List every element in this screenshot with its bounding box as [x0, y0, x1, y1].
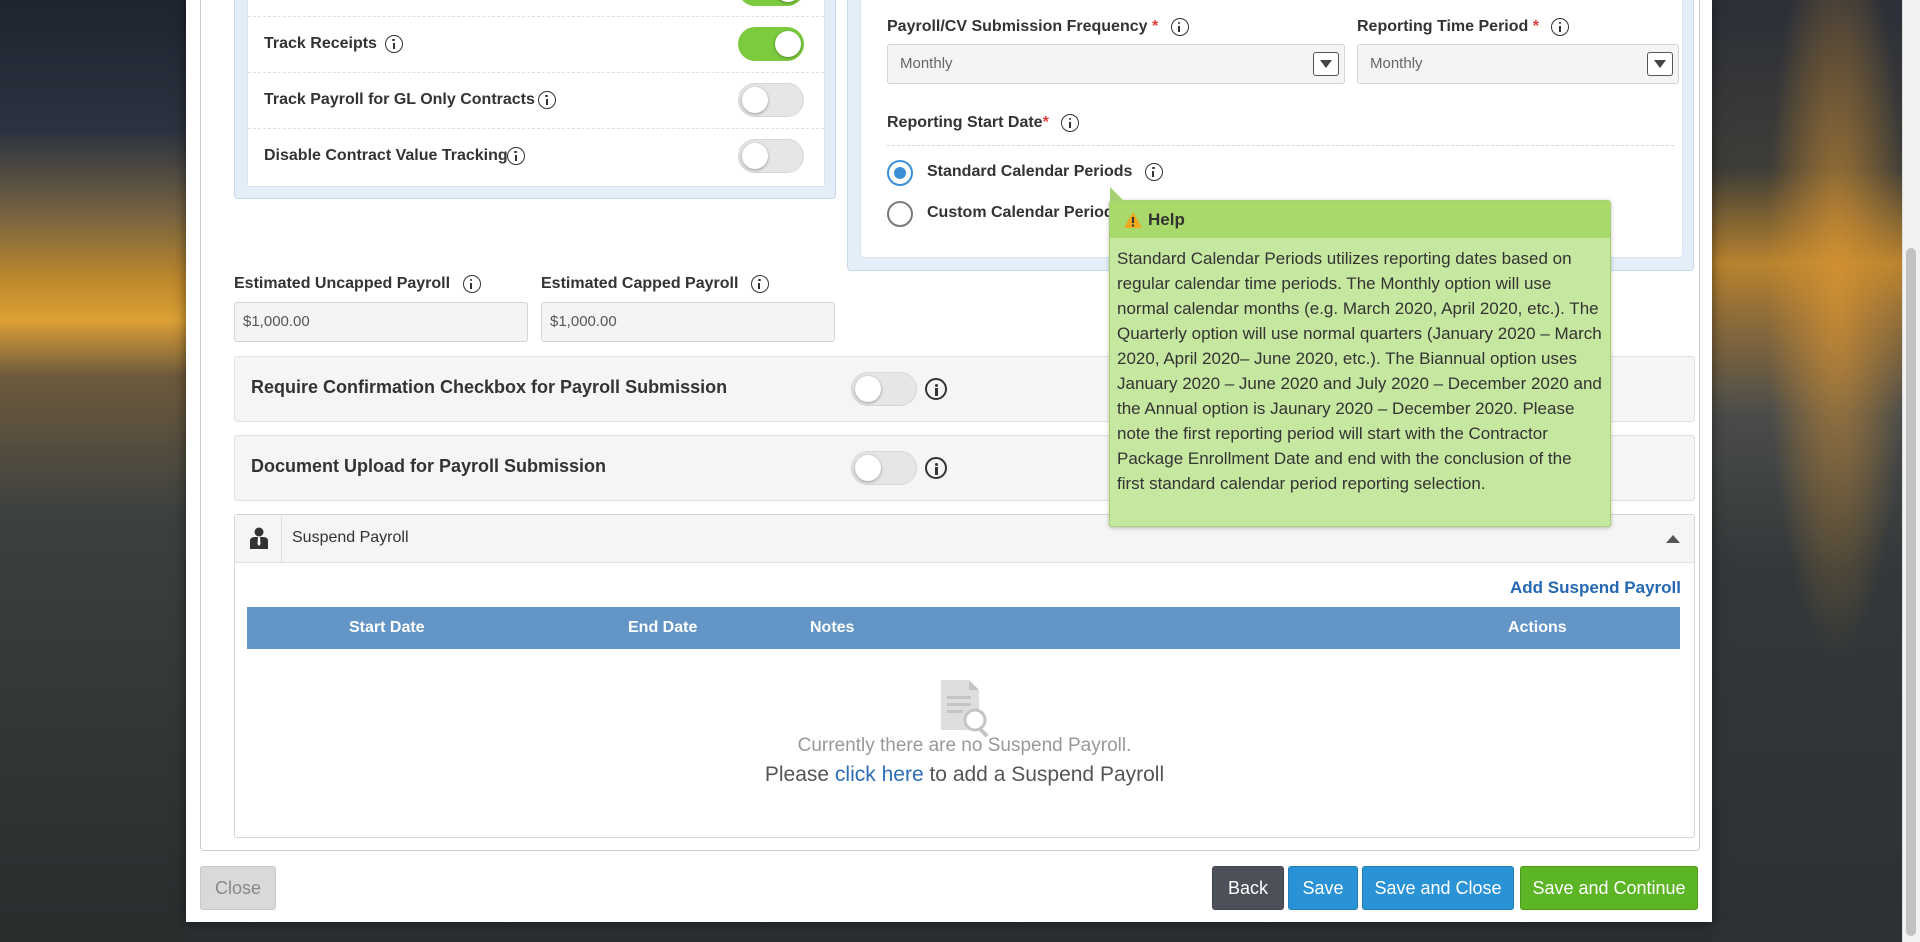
required-mark: * — [1151, 18, 1159, 36]
info-icon[interactable] — [1551, 18, 1570, 36]
info-icon[interactable] — [1144, 163, 1163, 181]
toggle-knob — [775, 0, 801, 2]
time-period-select[interactable]: Monthly — [1357, 44, 1679, 84]
toggle-knob — [742, 87, 768, 113]
track-payroll-gl-label: Track Payroll for GL Only Contracts — [264, 91, 535, 108]
cta-suffix: to add a Suspend Payroll — [929, 763, 1165, 786]
partial-toggle[interactable] — [738, 0, 804, 6]
help-tooltip-header: Help — [1110, 201, 1610, 238]
info-icon[interactable] — [507, 147, 525, 165]
column-notes[interactable]: Notes — [810, 619, 854, 637]
document-upload-toggle[interactable] — [851, 451, 917, 485]
start-date-label-text: Reporting Start Date — [887, 114, 1043, 132]
column-start-date[interactable]: Start Date — [349, 619, 425, 637]
required-mark: * — [1042, 114, 1049, 132]
capped-payroll-input[interactable]: $1,000.00 — [541, 302, 835, 342]
info-icon[interactable] — [925, 457, 947, 479]
disable-contract-value-toggle[interactable] — [738, 139, 804, 173]
settings-list: Track Receipts Track Payroll for GL Only… — [247, 0, 825, 187]
background-right — [1712, 0, 1920, 942]
standard-periods-label[interactable]: Standard Calendar Periods — [927, 163, 1163, 181]
save-button[interactable]: Save — [1288, 866, 1358, 910]
frequency-select[interactable]: Monthly — [887, 44, 1345, 84]
frequency-label: Payroll/CV Submission Frequency * — [887, 18, 1189, 36]
chevron-down-icon[interactable] — [1647, 52, 1673, 76]
suspend-table-header: Start Date End Date Notes Actions — [247, 607, 1680, 649]
confirmation-toggle[interactable] — [851, 372, 917, 406]
person-icon — [250, 527, 268, 549]
suspend-payroll-panel: Suspend Payroll Add Suspend Payroll Star… — [234, 514, 1695, 838]
start-date-label: Reporting Start Date* — [887, 114, 1080, 132]
setting-row-disable-contract-value: Disable Contract Value Tracking — [248, 128, 824, 184]
document-upload-label: Document Upload for Payroll Submission — [251, 456, 607, 476]
back-button[interactable]: Back — [1212, 866, 1284, 910]
cta-prefix: Please — [764, 763, 830, 786]
uncapped-payroll-input[interactable]: $1,000.00 — [234, 302, 528, 342]
frequency-label-text: Payroll/CV Submission Frequency — [887, 18, 1148, 36]
confirmation-label: Require Confirmation Checkbox for Payrol… — [251, 377, 728, 397]
toggle-knob — [742, 143, 768, 169]
setting-row-partial — [248, 0, 824, 17]
standard-periods-text: Standard Calendar Periods — [927, 163, 1133, 181]
required-mark: * — [1532, 18, 1539, 36]
save-and-close-button[interactable]: Save and Close — [1362, 866, 1514, 910]
chevron-down-icon[interactable] — [1313, 52, 1339, 76]
capped-label: Estimated Capped Payroll — [541, 275, 769, 293]
standard-periods-radio[interactable] — [887, 160, 913, 186]
divider — [887, 145, 1674, 146]
capped-label-text: Estimated Capped Payroll — [541, 275, 739, 293]
frequency-select-value: Monthly — [900, 55, 953, 72]
custom-periods-radio[interactable] — [887, 201, 913, 227]
track-receipts-toggle[interactable] — [738, 27, 804, 61]
column-actions: Actions — [1508, 619, 1567, 636]
info-icon[interactable] — [925, 378, 947, 400]
info-icon[interactable] — [538, 91, 556, 109]
click-here-link[interactable]: click here — [835, 763, 924, 786]
collapse-icon[interactable] — [1666, 535, 1680, 543]
setting-row-track-receipts: Track Receipts — [248, 16, 824, 73]
track-receipts-label: Track Receipts — [264, 35, 377, 52]
add-suspend-payroll-link[interactable]: Add Suspend Payroll — [1510, 578, 1681, 598]
help-tooltip-body: Standard Calendar Periods utilizes repor… — [1117, 249, 1602, 493]
close-button[interactable]: Close — [200, 866, 276, 910]
time-period-select-value: Monthly — [1370, 55, 1423, 72]
custom-periods-text: Custom Calendar Periods — [927, 204, 1123, 222]
settings-box: Track Receipts Track Payroll for GL Only… — [234, 0, 836, 199]
empty-call-to-action: Please click here to add a Suspend Payro… — [235, 763, 1694, 787]
toggle-knob — [775, 31, 801, 57]
toggle-knob — [855, 455, 881, 481]
setting-row-track-payroll-gl: Track Payroll for GL Only Contracts — [248, 72, 824, 129]
suspend-payroll-title: Suspend Payroll — [292, 529, 409, 546]
background-left — [0, 0, 186, 942]
time-period-label: Reporting Time Period * — [1357, 18, 1570, 36]
info-icon[interactable] — [1061, 114, 1080, 132]
suspend-icon-box — [235, 515, 282, 562]
info-icon[interactable] — [750, 275, 769, 293]
empty-document-search-icon — [941, 680, 989, 738]
warning-icon — [1124, 212, 1142, 228]
disable-contract-value-label: Disable Contract Value Tracking — [264, 147, 508, 164]
track-payroll-gl-toggle[interactable] — [738, 83, 804, 117]
help-tooltip: Help Standard Calendar Periods utilizes … — [1109, 187, 1611, 527]
column-end-date[interactable]: End Date — [628, 619, 697, 637]
info-icon[interactable] — [385, 35, 403, 53]
save-and-continue-button[interactable]: Save and Continue — [1520, 866, 1698, 910]
toggle-knob — [855, 376, 881, 402]
info-icon[interactable] — [1170, 18, 1189, 36]
time-period-label-text: Reporting Time Period — [1357, 18, 1529, 36]
uncapped-label-text: Estimated Uncapped Payroll — [234, 275, 451, 293]
info-icon[interactable] — [462, 275, 481, 293]
scrollbar-thumb[interactable] — [1906, 248, 1916, 936]
page-scrollbar[interactable] — [1902, 0, 1920, 942]
empty-message: Currently there are no Suspend Payroll. — [797, 735, 1132, 756]
uncapped-label: Estimated Uncapped Payroll — [234, 275, 481, 293]
help-tooltip-title: Help — [1148, 210, 1185, 229]
